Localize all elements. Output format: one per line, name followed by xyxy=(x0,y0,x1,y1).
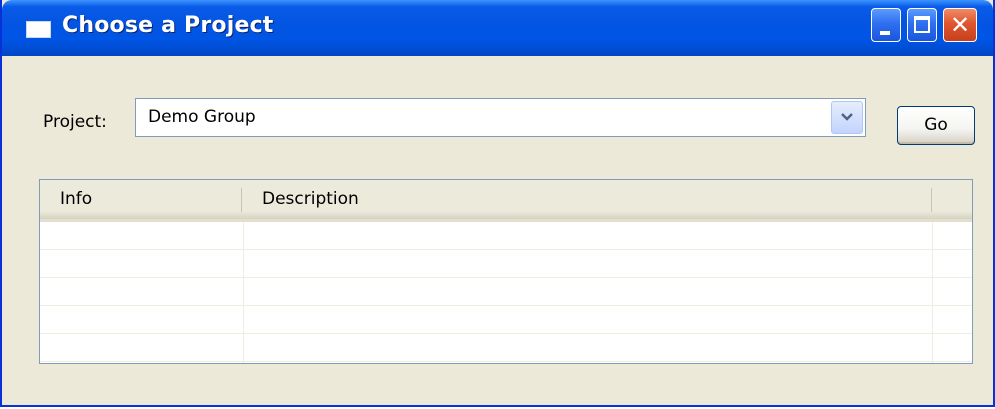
minimize-icon xyxy=(880,31,890,35)
table-header: Info Description xyxy=(40,180,972,222)
project-label: Project: xyxy=(43,112,107,132)
table-row[interactable] xyxy=(40,306,972,334)
go-button[interactable]: Go xyxy=(897,106,975,145)
close-icon: ✕ xyxy=(949,11,971,39)
table-row[interactable] xyxy=(40,222,972,250)
title-bar[interactable]: Choose a Project ✕ xyxy=(2,0,993,56)
project-info-table: Info Description xyxy=(39,179,973,364)
close-button[interactable]: ✕ xyxy=(943,8,977,42)
project-combobox[interactable]: Demo Group xyxy=(135,98,866,137)
project-combobox-value: Demo Group xyxy=(148,107,256,127)
minimize-button[interactable] xyxy=(871,8,901,42)
table-row[interactable] xyxy=(40,278,972,306)
maximize-icon xyxy=(914,16,930,33)
choose-project-window: Choose a Project ✕ Project: Demo Group G… xyxy=(0,0,995,407)
chevron-down-icon xyxy=(841,113,853,121)
table-row[interactable] xyxy=(40,250,972,278)
column-divider[interactable] xyxy=(931,188,932,212)
window-icon xyxy=(26,21,51,38)
column-header-description[interactable]: Description xyxy=(242,180,932,219)
maximize-button[interactable] xyxy=(907,8,937,42)
dropdown-button[interactable] xyxy=(831,101,863,134)
column-header-info[interactable]: Info xyxy=(40,180,242,219)
window-title: Choose a Project xyxy=(62,13,274,38)
table-row[interactable] xyxy=(40,334,972,362)
